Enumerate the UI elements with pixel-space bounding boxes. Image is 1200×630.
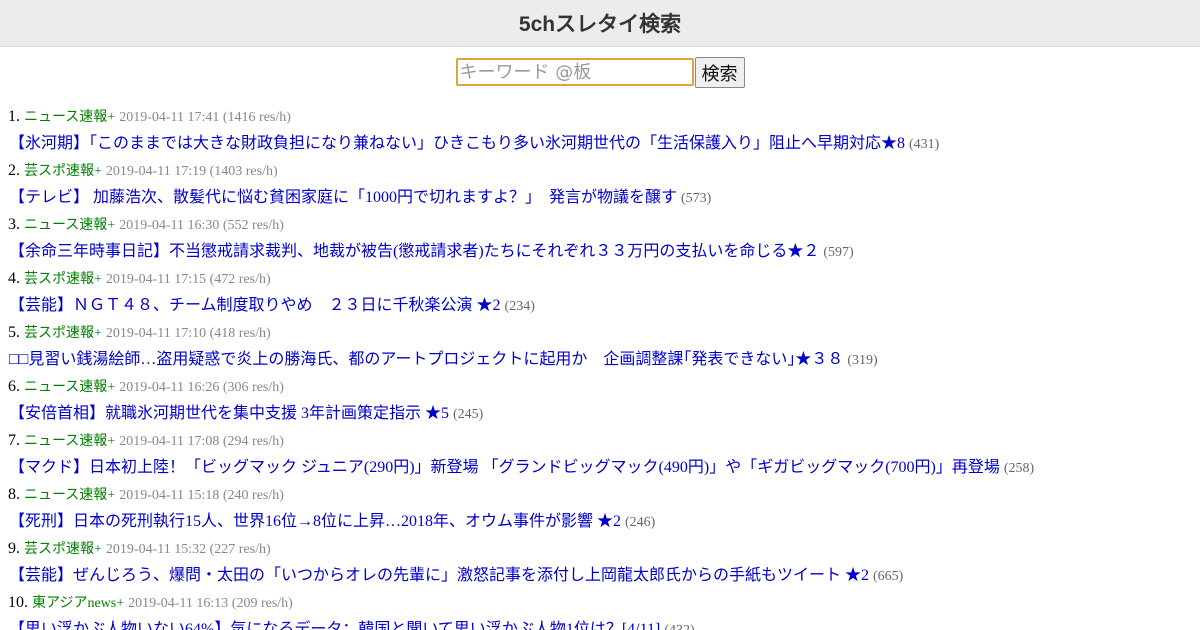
result-meta: 9. 芸スポ速報+ 2019-04-11 15:32 (227 res/h) [8,535,1200,562]
result-meta: 3. ニュース速報+ 2019-04-11 16:30 (552 res/h) [8,211,1200,238]
thread-title-link[interactable]: □□見習い銭湯絵師…盗用疑惑で炎上の勝海氏、都のアートプロジェクトに起用か 企画… [9,351,843,368]
result-item: 8. ニュース速報+ 2019-04-11 15:18 (240 res/h) 【… [8,481,1200,535]
board-link[interactable]: ニュース速報+ [24,218,115,233]
board-link[interactable]: ニュース速報+ [24,434,115,449]
result-timestamp: 2019-04-11 15:32 (227 res/h) [105,542,271,557]
response-count: (432) [664,623,694,630]
thread-title-link[interactable]: 【マクド】日本初上陸！「ビッグマック ジュニア(290円)」新登場 「グランドビ… [9,459,1000,476]
result-item: 1. ニュース速報+ 2019-04-11 17:41 (1416 res/h)… [8,103,1200,157]
results-list: 1. ニュース速報+ 2019-04-11 17:41 (1416 res/h)… [0,103,1200,630]
result-item: 6. ニュース速報+ 2019-04-11 16:26 (306 res/h) 【… [8,373,1200,427]
result-timestamp: 2019-04-11 17:41 (1416 res/h) [119,110,291,125]
board-link[interactable]: 芸スポ速報+ [24,326,102,341]
site-header: 5chスレタイ検索 [0,0,1200,47]
result-number: 1. [8,108,20,125]
result-timestamp: 2019-04-11 17:08 (294 res/h) [119,434,284,449]
result-item: 2. 芸スポ速報+ 2019-04-11 17:19 (1403 res/h) 【… [8,157,1200,211]
thread-title-link[interactable]: 【余命三年時事日記】不当懲戒請求裁判、地裁が被告(懲戒請求者)たちにそれぞれ３３… [9,243,819,260]
result-meta: 2. 芸スポ速報+ 2019-04-11 17:19 (1403 res/h) [8,157,1200,184]
result-item: 3. ニュース速報+ 2019-04-11 16:30 (552 res/h) 【… [8,211,1200,265]
response-count: (431) [909,137,940,152]
result-title-row: 【死刑】日本の死刑執行15人、世界16位→8位に上昇…2018年、オウム事件が影… [8,508,1200,535]
search-button[interactable]: 検索 [694,57,745,88]
result-timestamp: 2019-04-11 17:15 (472 res/h) [105,272,271,287]
thread-title-link[interactable]: 【死刑】日本の死刑執行15人、世界16位→8位に上昇…2018年、オウム事件が影… [9,513,621,530]
result-item: 10. 東アジアnews+ 2019-04-11 16:13 (209 res/… [8,589,1200,630]
thread-title-link[interactable]: 【安倍首相】就職氷河期世代を集中支援 3年計画策定指示 ★5 [9,405,449,422]
result-title-row: 【氷河期】「このままでは大きな財政負担になり兼ねない」ひきこもり多い氷河期世代の… [8,130,1200,157]
result-timestamp: 2019-04-11 17:19 (1403 res/h) [105,164,278,179]
result-title-row: □□見習い銭湯絵師…盗用疑惑で炎上の勝海氏、都のアートプロジェクトに起用か 企画… [8,346,1200,373]
result-item: 9. 芸スポ速報+ 2019-04-11 15:32 (227 res/h) 【芸… [8,535,1200,589]
result-meta: 6. ニュース速報+ 2019-04-11 16:26 (306 res/h) [8,373,1200,400]
result-number: 5. [8,324,20,341]
result-number: 9. [8,540,20,557]
response-count: (597) [823,245,854,260]
board-link[interactable]: 東アジアnews+ [32,596,124,611]
response-count: (665) [873,569,904,584]
result-timestamp: 2019-04-11 16:26 (306 res/h) [119,380,284,395]
board-link[interactable]: 芸スポ速報+ [24,542,102,557]
result-meta: 5. 芸スポ速報+ 2019-04-11 17:10 (418 res/h) [8,319,1200,346]
result-number: 7. [8,432,20,449]
response-count: (234) [504,299,535,314]
result-meta: 4. 芸スポ速報+ 2019-04-11 17:15 (472 res/h) [8,265,1200,292]
result-title-row: 【余命三年時事日記】不当懲戒請求裁判、地裁が被告(懲戒請求者)たちにそれぞれ３３… [8,238,1200,265]
result-meta: 10. 東アジアnews+ 2019-04-11 16:13 (209 res/… [8,589,1200,616]
thread-title-link[interactable]: 【テレビ】 加藤浩次、散髪代に悩む貧困家庭に「1000円で切れますよ？」 発言が… [9,189,677,206]
result-title-row: 【マクド】日本初上陸！「ビッグマック ジュニア(290円)」新登場 「グランドビ… [8,454,1200,481]
result-item: 5. 芸スポ速報+ 2019-04-11 17:10 (418 res/h) □□… [8,319,1200,373]
response-count: (245) [453,407,484,422]
board-link[interactable]: 芸スポ速報+ [24,272,102,287]
result-title-row: 【芸能】ＮＧＴ４８、チーム制度取りやめ ２３日に千秋楽公演 ★2 (234) [8,292,1200,319]
result-number: 2. [8,162,20,179]
search-bar: 検索 [0,47,1200,103]
thread-title-link[interactable]: 【氷河期】「このままでは大きな財政負担になり兼ねない」ひきこもり多い氷河期世代の… [9,135,905,152]
result-timestamp: 2019-04-11 16:13 (209 res/h) [128,596,293,611]
result-number: 6. [8,378,20,395]
thread-title-link[interactable]: 【芸能】ＮＧＴ４８、チーム制度取りやめ ２３日に千秋楽公演 ★2 [9,297,501,314]
result-item: 7. ニュース速報+ 2019-04-11 17:08 (294 res/h) 【… [8,427,1200,481]
response-count: (258) [1003,461,1035,476]
result-title-row: 【思い浮かぶ人物いない64%】気になるデータ：韓国と聞いて思い浮かぶ人物1位は？… [8,616,1200,630]
board-link[interactable]: ニュース速報+ [24,488,115,503]
board-link[interactable]: 芸スポ速報+ [24,164,102,179]
thread-title-link[interactable]: 【思い浮かぶ人物いない64%】気になるデータ：韓国と聞いて思い浮かぶ人物1位は？… [9,621,660,630]
site-title: 5chスレタイ検索 [518,13,682,36]
result-number: 4. [8,270,20,287]
result-meta: 7. ニュース速報+ 2019-04-11 17:08 (294 res/h) [8,427,1200,454]
response-count: (319) [847,353,878,368]
result-title-row: 【テレビ】 加藤浩次、散髪代に悩む貧困家庭に「1000円で切れますよ？」 発言が… [8,184,1200,211]
result-timestamp: 2019-04-11 17:10 (418 res/h) [105,326,271,341]
result-title-row: 【安倍首相】就職氷河期世代を集中支援 3年計画策定指示 ★5 (245) [8,400,1200,427]
board-link[interactable]: ニュース速報+ [24,380,115,395]
result-meta: 1. ニュース速報+ 2019-04-11 17:41 (1416 res/h) [8,103,1200,130]
result-meta: 8. ニュース速報+ 2019-04-11 15:18 (240 res/h) [8,481,1200,508]
result-title-row: 【芸能】ぜんじろう、爆問・太田の「いつからオレの先輩に」激怒記事を添付し上岡龍太… [8,562,1200,589]
response-count: (573) [681,191,712,206]
response-count: (246) [625,515,656,530]
result-timestamp: 2019-04-11 15:18 (240 res/h) [119,488,284,503]
result-timestamp: 2019-04-11 16:30 (552 res/h) [119,218,284,233]
result-item: 4. 芸スポ速報+ 2019-04-11 17:15 (472 res/h) 【芸… [8,265,1200,319]
search-input[interactable] [455,58,694,86]
result-number: 3. [8,216,20,233]
result-number: 8. [8,486,20,503]
thread-title-link[interactable]: 【芸能】ぜんじろう、爆問・太田の「いつからオレの先輩に」激怒記事を添付し上岡龍太… [9,567,869,584]
result-number: 10. [8,594,28,611]
board-link[interactable]: ニュース速報+ [24,110,115,125]
